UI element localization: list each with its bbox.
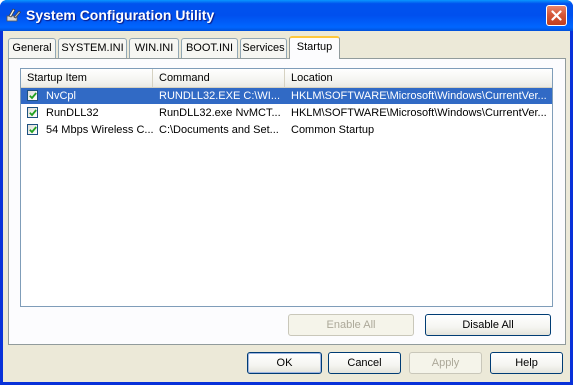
tab-startup[interactable]: Startup [289, 36, 340, 59]
row-checkbox[interactable] [27, 124, 38, 135]
row-checkbox[interactable] [27, 90, 38, 101]
tab-general[interactable]: General [8, 38, 56, 58]
tab-boot-ini[interactable]: BOOT.INI [181, 38, 238, 58]
cancel-button[interactable]: Cancel [328, 352, 401, 374]
tab-services[interactable]: Services [240, 38, 287, 58]
enable-all-button[interactable]: Enable All [288, 314, 414, 336]
system-configuration-window: System Configuration Utility General SYS… [0, 0, 573, 385]
dialog-client-area: General SYSTEM.INI WIN.INI BOOT.INI Serv… [3, 31, 570, 382]
column-header-location[interactable]: Location [285, 69, 552, 87]
list-header: Startup Item Command Location [21, 69, 552, 88]
window-title: System Configuration Utility [26, 7, 215, 23]
startup-list[interactable]: Startup Item Command Location NvCpl RUND… [20, 68, 553, 307]
startup-item-command: RUNDLL32.EXE C:\WI... [159, 90, 281, 102]
checkmark-icon [29, 92, 37, 100]
close-icon [551, 10, 562, 21]
table-row[interactable]: NvCpl RUNDLL32.EXE C:\WI... HKLM\SOFTWAR… [21, 88, 552, 104]
startup-item-name: RunDLL32 [46, 107, 99, 119]
close-button[interactable] [546, 5, 567, 26]
checkmark-icon [29, 126, 37, 134]
config-utility-icon [6, 7, 22, 23]
startup-item-command: RunDLL32.exe NvMCT... [159, 107, 281, 119]
disable-all-button[interactable]: Disable All [425, 314, 551, 336]
startup-item-location: HKLM\SOFTWARE\Microsoft\Windows\CurrentV… [291, 107, 547, 119]
startup-item-name: NvCpl [46, 90, 76, 102]
startup-item-location: Common Startup [291, 124, 375, 136]
table-row[interactable]: RunDLL32 RunDLL32.exe NvMCT... HKLM\SOFT… [21, 105, 552, 121]
help-button[interactable]: Help [490, 352, 563, 374]
column-header-startup-item[interactable]: Startup Item [21, 69, 153, 87]
startup-item-command: C:\Documents and Set... [159, 124, 279, 136]
apply-button[interactable]: Apply [409, 352, 482, 374]
ok-button[interactable]: OK [247, 352, 322, 374]
column-header-command[interactable]: Command [153, 69, 285, 87]
row-checkbox[interactable] [27, 107, 38, 118]
title-bar[interactable]: System Configuration Utility [0, 0, 573, 31]
table-row[interactable]: 54 Mbps Wireless C... C:\Documents and S… [21, 122, 552, 138]
startup-item-name: 54 Mbps Wireless C... [46, 124, 154, 136]
tab-win-ini[interactable]: WIN.INI [129, 38, 179, 58]
startup-item-location: HKLM\SOFTWARE\Microsoft\Windows\CurrentV… [291, 90, 547, 102]
checkmark-icon [29, 109, 37, 117]
tab-system-ini[interactable]: SYSTEM.INI [58, 38, 127, 58]
startup-panel: Startup Item Command Location NvCpl RUND… [8, 58, 566, 345]
